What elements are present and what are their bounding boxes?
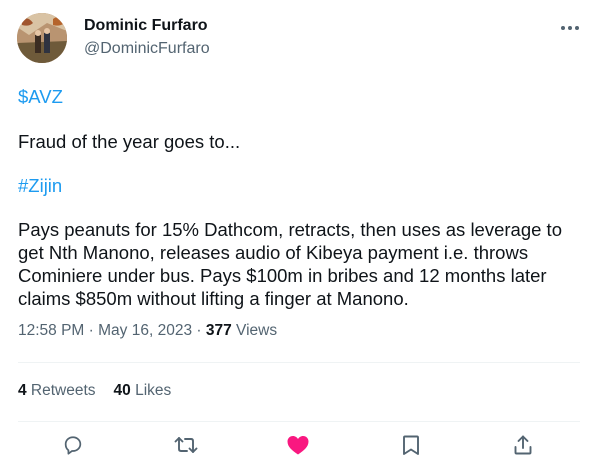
bookmark-icon [403, 435, 419, 455]
author-handle[interactable]: @DominicFurfaro [84, 40, 210, 58]
retweet-icon [174, 437, 198, 453]
tweet-meta: 12:58 PM · May 16, 2023 · 377 Views [18, 322, 277, 340]
share-button[interactable] [510, 432, 536, 458]
likes-label: Likes [130, 382, 172, 399]
reply-icon [64, 436, 82, 455]
divider [18, 421, 580, 422]
cashtag-link[interactable]: $AVZ [18, 85, 63, 108]
divider [18, 362, 580, 363]
retweets-count: 4 [18, 382, 27, 399]
meta-separator: · [84, 322, 99, 339]
tweet-card: Dominic Furfaro @DominicFurfaro $AVZ Fra… [0, 0, 598, 473]
meta-separator: · [192, 322, 206, 339]
tweet-text-paragraph: Pays peanuts for 15% Dathcom, retracts, … [18, 219, 562, 309]
more-options-button[interactable] [556, 18, 584, 38]
views-label[interactable]: Views [232, 322, 277, 339]
avatar[interactable] [17, 13, 67, 63]
tweet-time[interactable]: 12:58 PM [18, 322, 84, 339]
tweet-date[interactable]: May 16, 2023 [98, 322, 192, 339]
likes-count: 40 [113, 382, 131, 399]
retweets-stat[interactable]: 4 Retweets [18, 382, 96, 399]
tweet-text-line: Fraud of the year goes to... [18, 131, 241, 152]
retweet-button[interactable] [173, 432, 199, 458]
views-count[interactable]: 377 [206, 322, 232, 339]
like-button[interactable] [285, 432, 311, 458]
author-name[interactable]: Dominic Furfaro [84, 17, 208, 35]
reply-button[interactable] [60, 432, 86, 458]
share-icon [514, 435, 532, 455]
more-horizontal-icon [561, 26, 579, 30]
bookmark-button[interactable] [398, 432, 424, 458]
hashtag-link[interactable]: #Zijin [18, 174, 62, 197]
heart-filled-icon [287, 436, 309, 455]
engagement-stats: 4 Retweets 40 Likes [18, 382, 171, 400]
likes-stat[interactable]: 40 Likes [114, 382, 172, 399]
retweets-label: Retweets [26, 382, 96, 399]
